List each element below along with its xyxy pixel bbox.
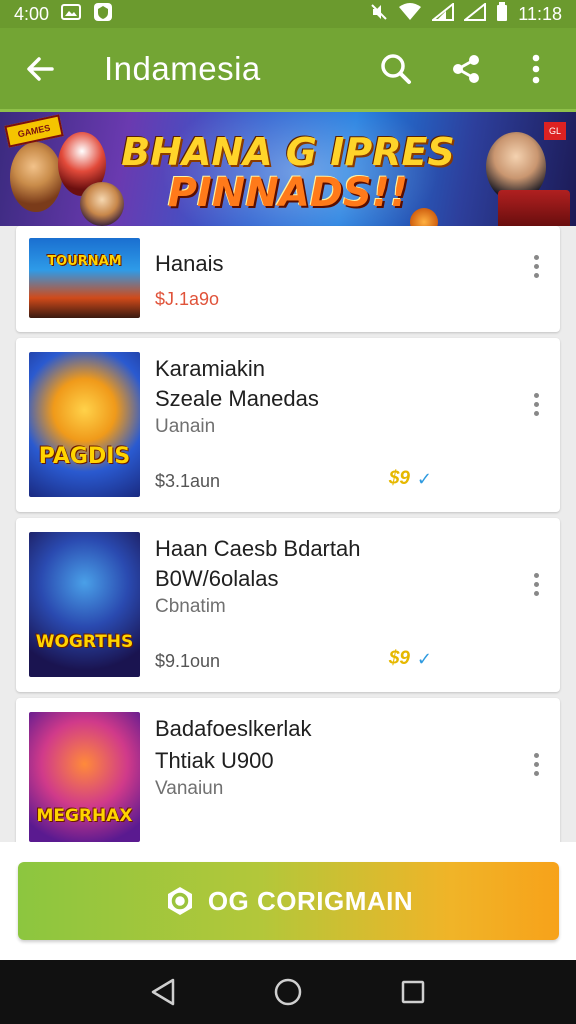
gallery-notification-icon: [61, 3, 82, 26]
nav-recents-button[interactable]: [393, 972, 433, 1012]
brand-icon: [167, 887, 192, 915]
back-button[interactable]: [18, 47, 62, 91]
signal-icon: [430, 1, 455, 26]
thumbnail-caption: MEGRHAX: [36, 806, 133, 826]
product-rating: $9: [388, 648, 410, 669]
item-more-icon[interactable]: [524, 384, 548, 424]
battery-icon: [496, 1, 508, 27]
overflow-menu-button[interactable]: [514, 47, 558, 91]
list-item[interactable]: MEGRHAX Badafoeslkerlak Thtiak U900 Vana…: [16, 698, 560, 848]
product-price: $3.1aun: [155, 471, 221, 491]
list-item[interactable]: PAGDIS Karamiakin Szeale Manedas Uanain …: [16, 338, 560, 512]
status-time-left: 4:00: [14, 3, 50, 24]
verified-check-icon: ✓: [416, 649, 432, 669]
page-title: Indamesia: [104, 49, 261, 87]
verified-check-icon: ✓: [416, 469, 432, 489]
main-action-label: OG CORIGMAIN: [207, 885, 414, 916]
shield-notification-icon: [93, 2, 113, 27]
nav-back-button[interactable]: [143, 972, 183, 1012]
share-icon: [453, 54, 479, 83]
circle-home-icon: [274, 978, 302, 1006]
list-item[interactable]: TOURNAM Hanais $J.1a9o: [16, 226, 560, 332]
share-button[interactable]: [444, 47, 488, 91]
product-category: Vanaiun: [155, 778, 224, 799]
list-item[interactable]: WOGRTHS Haan Caesb Bdartah B0W/6olalas C…: [16, 518, 560, 692]
banner-headline-1: BHANA G IPRES: [121, 130, 455, 174]
search-button[interactable]: [374, 47, 418, 91]
product-price: $J.1a9o: [155, 289, 220, 309]
product-thumbnail: MEGRHAX: [29, 712, 140, 842]
product-name: Badafoeslkerlak: [155, 716, 312, 741]
product-thumbnail: TOURNAM: [29, 238, 140, 318]
triangle-back-icon: [151, 978, 174, 1006]
promo-banner[interactable]: GAMES GL BHANA G IPRES PINNADS!!: [0, 112, 576, 226]
item-more-icon[interactable]: [524, 246, 548, 286]
arrow-back-icon: [27, 56, 54, 81]
product-thumbnail: WOGRTHS: [29, 532, 140, 677]
status-bar: 4:00 11:18: [0, 0, 576, 28]
status-time-right: 11:18: [518, 3, 562, 24]
system-nav-bar: [0, 960, 576, 1024]
wifi-icon: [398, 2, 422, 26]
product-thumbnail: PAGDIS: [29, 352, 140, 497]
product-name: Karamiakin: [155, 356, 266, 381]
thumbnail-caption: PAGDIS: [38, 444, 131, 469]
search-icon: [381, 53, 411, 84]
product-name-line-2: Thtiak U900: [155, 748, 274, 773]
product-category: Cbnatim: [155, 596, 226, 617]
app-bar: Indamesia: [0, 28, 576, 112]
main-action-button[interactable]: OG CORIGMAIN: [18, 862, 559, 940]
cta-area: OG CORIGMAIN: [0, 842, 576, 960]
square-recents-icon: [402, 980, 425, 1004]
product-name-line-2: B0W/6olalas: [155, 566, 279, 591]
thumbnail-caption: TOURNAM: [47, 254, 122, 269]
product-category: Uanain: [155, 416, 216, 437]
product-price: $9.1oun: [155, 651, 221, 671]
signal-icon-2: [462, 1, 487, 26]
product-rating: $9: [388, 468, 410, 489]
item-more-icon[interactable]: [524, 744, 548, 784]
product-name: Haan Caesb Bdartah: [155, 536, 361, 561]
mute-icon: [370, 3, 388, 26]
item-more-icon[interactable]: [524, 564, 548, 604]
more-vert-icon: [532, 54, 540, 83]
screen: 4:00 11:18 Indamesia GAMES GL BHANA G IP…: [0, 0, 576, 1024]
thumbnail-caption: WOGRTHS: [35, 632, 134, 652]
product-name-line-2: Szeale Manedas: [155, 386, 319, 411]
product-name: Hanais: [155, 251, 224, 276]
nav-home-button[interactable]: [268, 972, 308, 1012]
banner-headline-2: PINNADS!!: [167, 170, 409, 216]
